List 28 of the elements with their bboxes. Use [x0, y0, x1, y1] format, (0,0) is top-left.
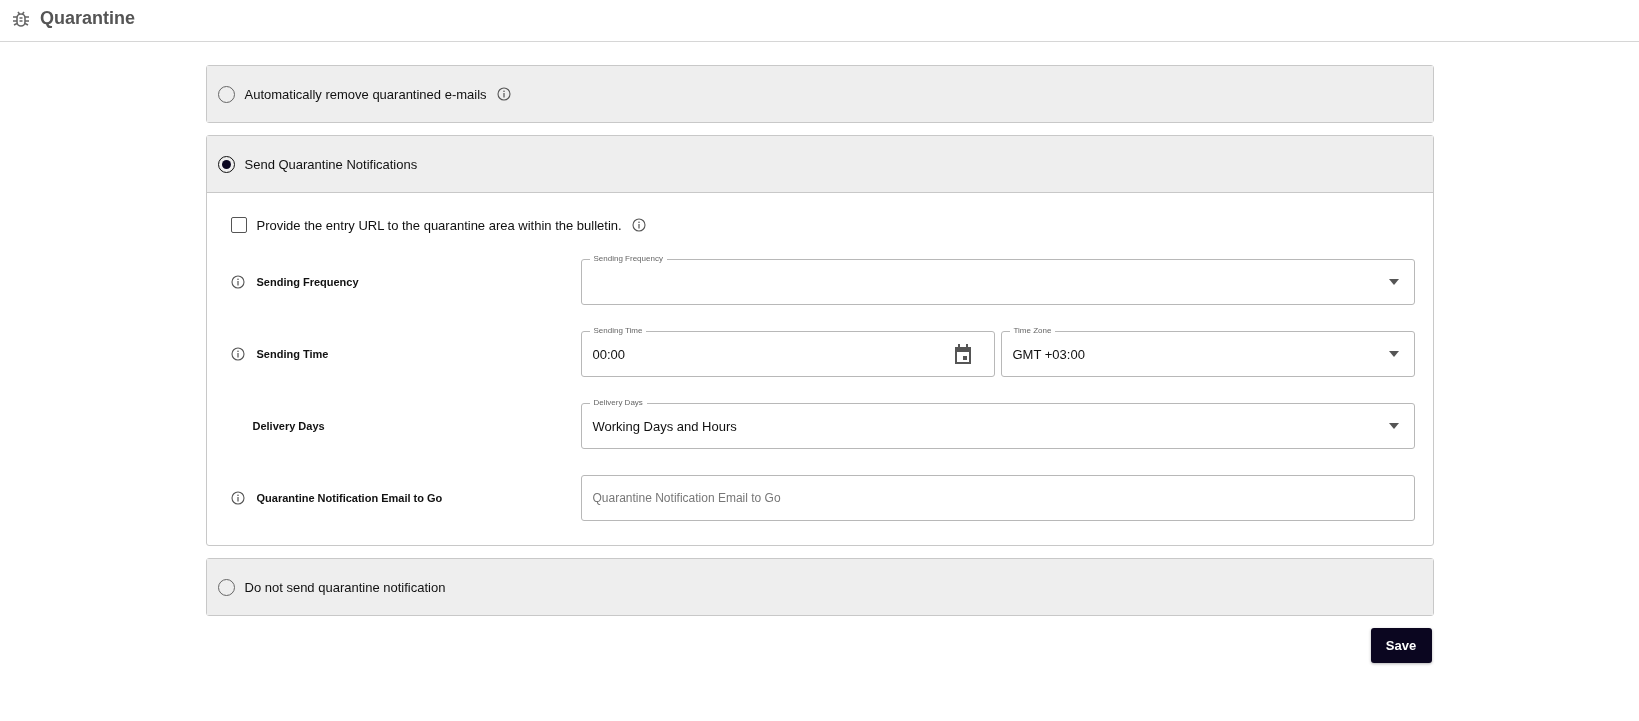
field-value: 00:00	[592, 346, 627, 362]
floating-label: Time Zone	[1009, 326, 1056, 336]
field-label: Quarantine Notification Email to Go	[256, 492, 443, 504]
checkbox[interactable]	[230, 217, 247, 233]
option-label[interactable]: Send Quarantine Notifications	[244, 156, 418, 172]
save-button[interactable]: Save	[1370, 628, 1432, 663]
info-icon[interactable]	[230, 347, 245, 361]
page-title: Quarantine	[40, 8, 136, 29]
calendar-icon[interactable]	[953, 344, 972, 364]
floating-label: Delivery Days	[589, 398, 647, 408]
field-value: GMT +03:00	[1012, 346, 1086, 362]
caret-icon	[1387, 279, 1400, 285]
floating-label: Sending Time	[589, 326, 647, 336]
checkbox-label[interactable]: Provide the entry URL to the quarantine area within the bulletin.	[256, 217, 622, 233]
info-icon[interactable]	[230, 275, 245, 289]
floating-label: Sending Frequency	[589, 254, 667, 264]
option-label[interactable]: Automatically remove quarantined e-mails	[244, 86, 487, 102]
field-label: Sending Frequency	[256, 276, 359, 288]
field-label: Delivery Days	[252, 420, 325, 432]
caret-icon	[1387, 351, 1400, 357]
input-field[interactable]: Quarantine Notification Email to Go	[580, 475, 1415, 521]
field-value: Working Days and Hours	[592, 418, 738, 434]
caret-icon	[1387, 423, 1400, 429]
info-icon[interactable]	[496, 87, 511, 101]
info-icon[interactable]	[230, 491, 245, 505]
option-label[interactable]: Do not send quarantine notification	[244, 579, 446, 595]
field-label: Sending Time	[256, 348, 329, 360]
info-icon[interactable]	[631, 218, 646, 232]
